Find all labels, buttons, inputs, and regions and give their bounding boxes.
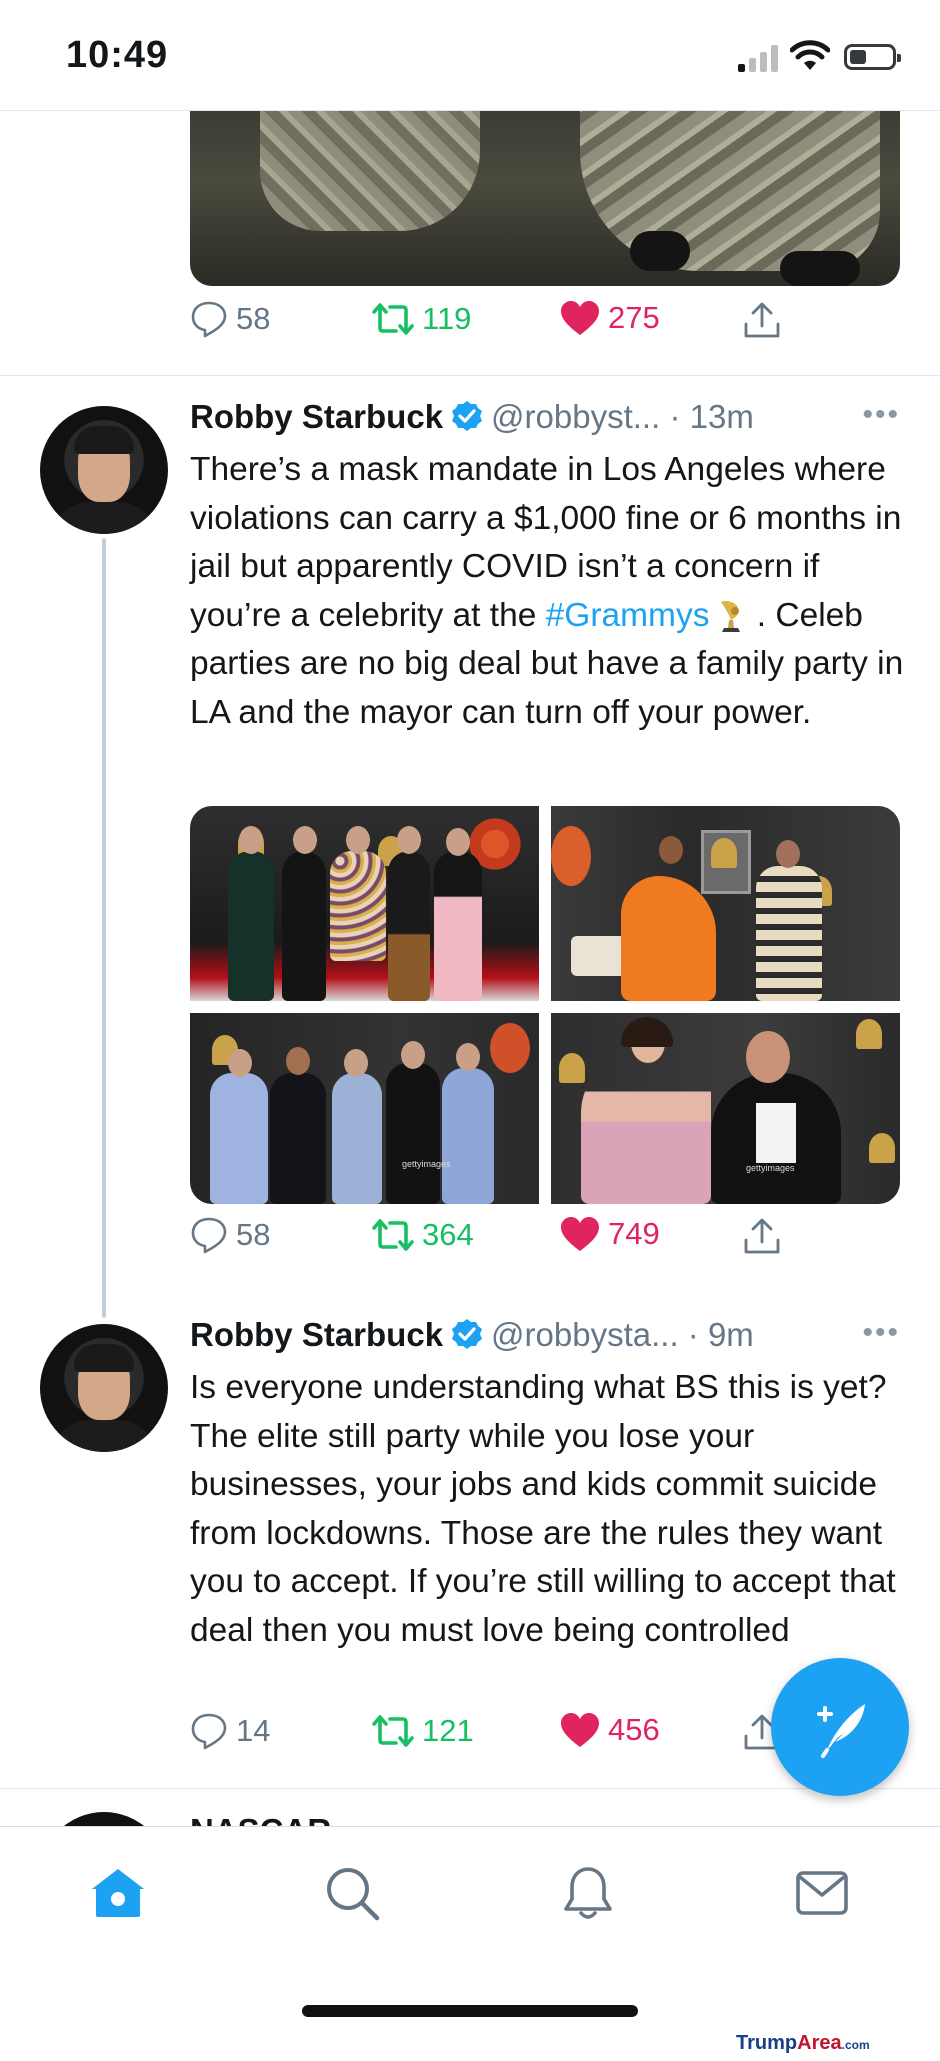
retweet-count: 364 (422, 1217, 474, 1252)
tab-messages[interactable] (792, 1863, 852, 1923)
retweet-button[interactable]: 119 (372, 300, 471, 338)
tweet-photo[interactable] (551, 806, 900, 1001)
more-options-button[interactable]: ••• (862, 398, 900, 432)
tweet-image[interactable] (190, 111, 900, 286)
share-icon (744, 302, 780, 338)
handle[interactable]: @robbysta... (491, 1316, 679, 1353)
like-count: 749 (608, 1216, 660, 1251)
search-icon (327, 1868, 380, 1921)
retweet-count: 119 (422, 301, 472, 336)
reply-button[interactable]: 58 (190, 1216, 270, 1254)
reply-icon (191, 301, 227, 338)
handle[interactable]: @robbyst... (491, 398, 660, 435)
tweet-actions: 14 121 456 (190, 1712, 810, 1772)
heart-icon (561, 1713, 599, 1747)
heart-icon (561, 301, 599, 335)
hashtag-link[interactable]: #Grammys (546, 597, 710, 634)
status-time: 10:49 (66, 34, 169, 76)
divider (0, 375, 940, 376)
tweet-photo[interactable]: gettyimages (190, 1013, 539, 1204)
thread-line (102, 538, 106, 1318)
tab-search[interactable] (322, 1863, 382, 1923)
next-tweet-peek[interactable]: NASCAR (0, 1790, 940, 1826)
tweet-photo[interactable]: gettyimages (551, 1013, 900, 1204)
reply-count: 58 (236, 1217, 271, 1252)
like-count: 275 (608, 300, 660, 335)
verified-badge-icon (451, 400, 483, 440)
watermark-text: gettyimages (746, 1163, 795, 1173)
tab-home[interactable] (88, 1863, 148, 1923)
home-icon (92, 1869, 144, 1917)
tweet-text: Is everyone understanding what BS this i… (190, 1369, 896, 1649)
status-bar: 10:49 (0, 0, 940, 111)
avatar[interactable] (40, 1812, 168, 1826)
reply-icon (191, 1713, 227, 1750)
notifications-icon (564, 1867, 612, 1919)
battery-icon (844, 44, 901, 70)
retweet-button[interactable]: 121 (372, 1712, 474, 1750)
timestamp[interactable]: · 13m (669, 398, 753, 435)
watermark-text: gettyimages (402, 1159, 451, 1169)
avatar[interactable] (40, 406, 168, 534)
bottom-tab-bar (0, 1826, 940, 2061)
tweet-actions: 58 364 749 (190, 1216, 810, 1276)
retweet-icon (372, 303, 414, 335)
like-button[interactable]: 275 (560, 300, 660, 336)
divider (0, 1788, 940, 1789)
reply-button[interactable]: 14 (190, 1712, 270, 1750)
retweet-icon (372, 1219, 414, 1251)
heart-icon (561, 1217, 599, 1251)
tweet-header: Robby Starbuck @robbyst... · 13m ••• (190, 398, 910, 442)
retweet-button[interactable]: 364 (372, 1216, 474, 1254)
verified-badge-icon (451, 1318, 483, 1358)
compose-tweet-button[interactable] (771, 1658, 909, 1796)
trophy-emoji-icon (715, 598, 747, 632)
watermark-part: Area (797, 2032, 842, 2054)
timestamp[interactable]: · 9m (688, 1316, 754, 1353)
like-button[interactable]: 456 (560, 1712, 660, 1748)
tweet-header: Robby Starbuck @robbysta... · 9m ••• (190, 1316, 910, 1360)
display-name[interactable]: Robby Starbuck (190, 398, 443, 435)
more-options-button[interactable]: ••• (862, 1316, 900, 1350)
wifi-icon (790, 40, 830, 70)
tweet-media-grid: gettyimages gettyimages (190, 806, 900, 1204)
cellular-signal-icon (738, 44, 780, 72)
reply-count: 14 (236, 1713, 271, 1748)
tweet-actions: 58 119 275 (190, 300, 810, 360)
avatar[interactable] (40, 1324, 168, 1452)
share-button[interactable] (742, 1216, 782, 1256)
like-button[interactable]: 749 (560, 1216, 660, 1252)
home-indicator (302, 2005, 638, 2017)
compose-feather-icon (817, 1704, 865, 1758)
share-button[interactable] (742, 300, 782, 340)
reply-count: 58 (236, 301, 271, 336)
retweet-count: 121 (422, 1713, 474, 1748)
tweet-photo[interactable] (190, 806, 539, 1001)
like-count: 456 (608, 1712, 660, 1747)
watermark-part: Trump (736, 2032, 798, 2054)
site-watermark: TrumpArea.com (736, 2032, 870, 2055)
share-icon (744, 1218, 780, 1254)
messages-icon (796, 1871, 848, 1915)
display-name[interactable]: NASCAR (190, 1812, 331, 1826)
tab-notifications[interactable] (558, 1863, 618, 1923)
retweet-icon (372, 1715, 414, 1747)
tweet-text: There’s a mask mandate in Los Angeles wh… (190, 446, 910, 737)
watermark-part: .com (841, 2038, 870, 2052)
reply-icon (191, 1217, 227, 1254)
reply-button[interactable]: 58 (190, 300, 270, 338)
display-name[interactable]: Robby Starbuck (190, 1316, 443, 1353)
